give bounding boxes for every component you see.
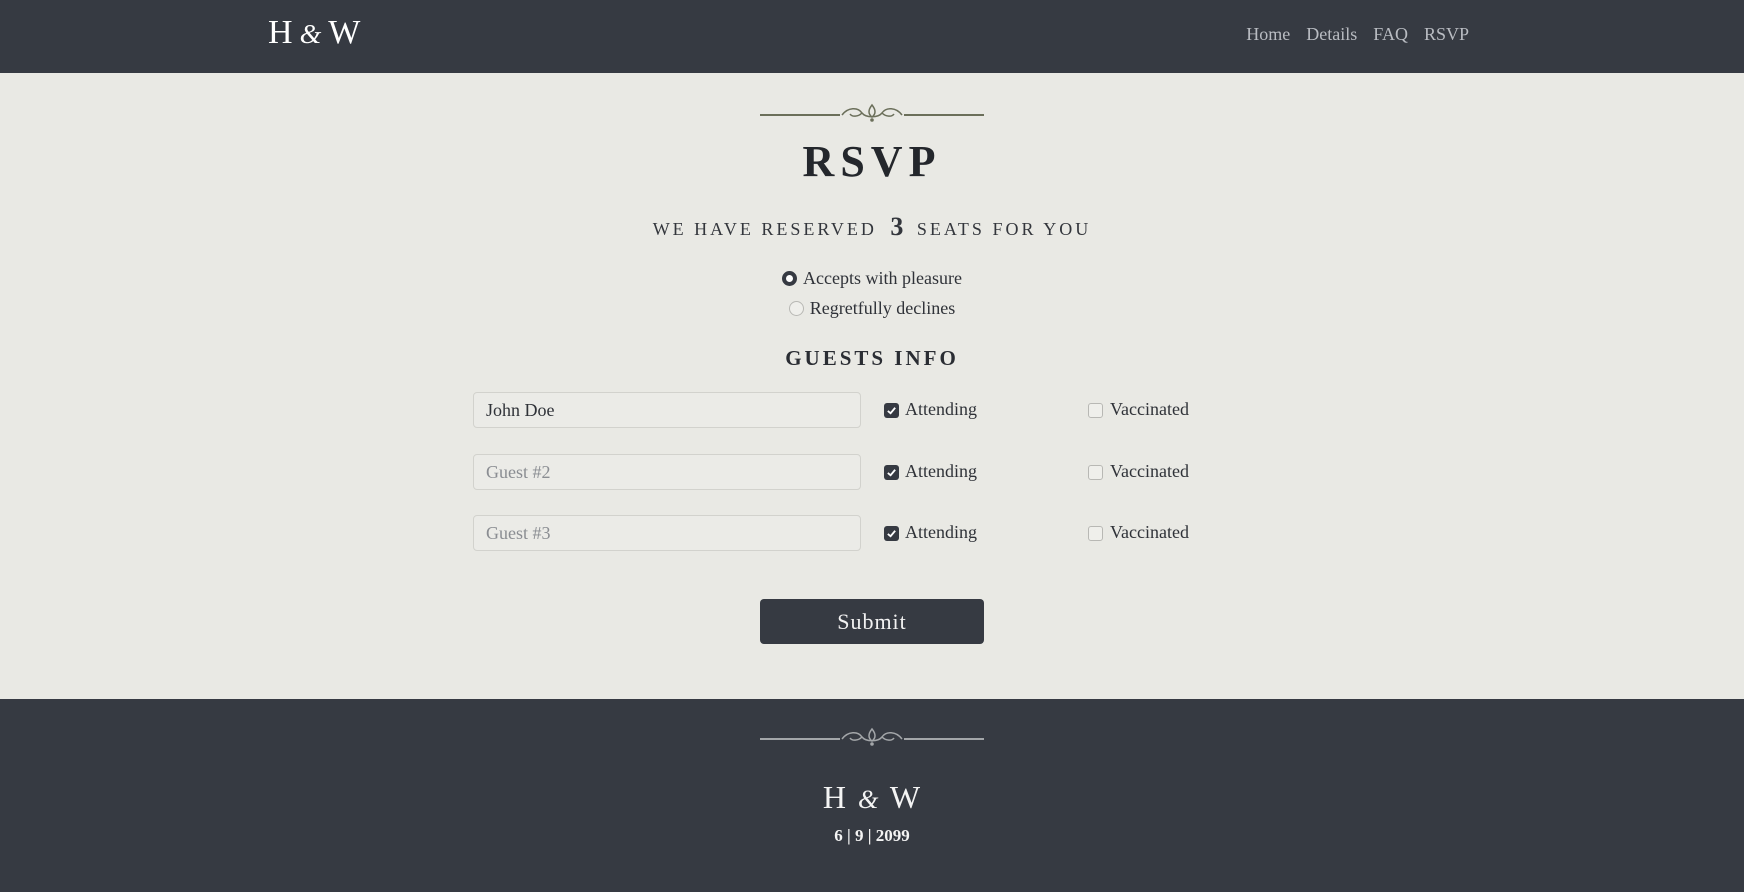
guest-name-input[interactable]: [473, 454, 861, 490]
vaccinated-checkbox[interactable]: [1088, 465, 1103, 480]
footer-ampersand: &: [858, 785, 880, 814]
brand-ampersand: &: [299, 19, 323, 50]
ornament-divider-icon: [760, 727, 984, 746]
attending-checkbox[interactable]: [884, 465, 899, 480]
footer-initial-h: H: [822, 779, 848, 815]
radio-accepts[interactable]: Accepts with pleasure: [0, 268, 1744, 289]
reserved-prefix: We have reserved: [652, 219, 877, 239]
attending-checkbox[interactable]: [884, 403, 899, 418]
vaccinated-label: Vaccinated: [1110, 399, 1189, 419]
radio-button-selected[interactable]: [782, 271, 798, 286]
nav-link-rsvp[interactable]: RSVP: [1424, 24, 1469, 45]
check-icon: [887, 407, 896, 415]
attending-label: Attending: [905, 461, 977, 481]
check-icon: [887, 530, 896, 538]
footer-brand-logo: H & W: [0, 779, 1744, 816]
reserved-seats-text: We have reserved 3 seats for you: [0, 212, 1744, 242]
nav-link-faq[interactable]: FAQ: [1373, 24, 1408, 45]
ornament-divider-icon: [760, 103, 984, 122]
nav-menu: Home Details FAQ RSVP: [1246, 24, 1469, 45]
page-title: RSVP: [802, 137, 942, 186]
guest-row: Attending Vaccinated: [473, 515, 1273, 551]
reserved-count: 3: [890, 212, 904, 241]
footer-initial-w: W: [889, 779, 922, 815]
guest-name-input[interactable]: [473, 392, 861, 428]
attending-label: Attending: [905, 399, 977, 419]
radio-declines[interactable]: Regretfully declines: [0, 298, 1744, 319]
nav-link-details[interactable]: Details: [1306, 24, 1357, 45]
guests-info-heading: GUESTS INFO: [785, 346, 959, 370]
vaccinated-checkbox[interactable]: [1088, 526, 1103, 541]
guest-name-input[interactable]: [473, 515, 861, 551]
radio-button-unselected[interactable]: [788, 301, 804, 316]
vaccinated-label: Vaccinated: [1110, 522, 1189, 542]
wedding-date: 6 | 9 | 2099: [834, 826, 910, 845]
attending-checkbox[interactable]: [884, 526, 899, 541]
reserved-suffix: seats for you: [916, 219, 1092, 239]
brand-initial-w: W: [328, 14, 362, 51]
attending-label: Attending: [905, 522, 977, 542]
radio-label-declines: Regretfully declines: [809, 298, 956, 318]
brand-logo[interactable]: H & W: [268, 14, 361, 52]
nav-link-home[interactable]: Home: [1246, 24, 1290, 45]
guest-row: Attending Vaccinated: [473, 454, 1273, 490]
check-icon: [887, 469, 896, 477]
vaccinated-checkbox[interactable]: [1088, 403, 1103, 418]
radio-label-accepts: Accepts with pleasure: [803, 268, 962, 288]
brand-initial-h: H: [268, 14, 294, 51]
footer: H & W 6 | 9 | 2099: [0, 699, 1744, 892]
guest-row: Attending Vaccinated: [473, 392, 1273, 428]
top-navbar: H & W Home Details FAQ RSVP: [0, 0, 1744, 73]
vaccinated-label: Vaccinated: [1110, 461, 1189, 481]
submit-button[interactable]: Submit: [760, 599, 984, 644]
